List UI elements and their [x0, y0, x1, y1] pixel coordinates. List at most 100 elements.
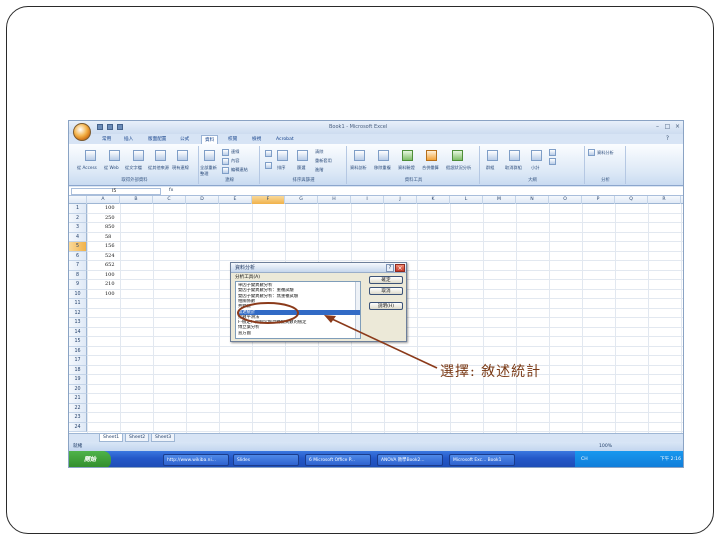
cell-a2[interactable]: 250: [105, 214, 129, 224]
fx-icon[interactable]: fx: [169, 188, 173, 193]
filter-icon[interactable]: [297, 150, 308, 161]
tab-formulas[interactable]: 公式: [177, 135, 192, 144]
remove-duplicates-icon[interactable]: [378, 150, 389, 161]
taskbar-item-slides[interactable]: Slides: [233, 454, 299, 466]
cell-a4[interactable]: 58: [105, 233, 129, 243]
sort-icon[interactable]: [277, 150, 288, 161]
column-header[interactable]: P: [582, 196, 615, 204]
from-text-icon[interactable]: [133, 150, 144, 161]
row-header[interactable]: 14: [69, 327, 87, 337]
row-header[interactable]: 10: [69, 289, 87, 299]
column-header[interactable]: R: [648, 196, 681, 204]
dialog-close-icon[interactable]: ×: [395, 264, 405, 272]
row-header[interactable]: 16: [69, 346, 87, 356]
tab-view[interactable]: 檢視: [249, 135, 264, 144]
taskbar-item-excel[interactable]: Microsoft Exc... Book1: [449, 454, 515, 466]
cell-a8[interactable]: 100: [105, 271, 129, 281]
close-icon[interactable]: ×: [673, 123, 682, 131]
row-header[interactable]: 7: [69, 261, 87, 271]
cell-a7[interactable]: 652: [105, 261, 129, 271]
row-header[interactable]: 17: [69, 356, 87, 366]
tab-acrobat[interactable]: Acrobat: [273, 135, 297, 144]
analysis-tool-item[interactable]: 直方圖: [238, 331, 360, 336]
tab-data[interactable]: 資料: [201, 135, 219, 144]
row-header[interactable]: 3: [69, 223, 87, 233]
sort-za-icon[interactable]: [265, 162, 272, 169]
show-detail-icon[interactable]: [549, 149, 556, 156]
ok-button[interactable]: 確定: [369, 276, 403, 284]
taskbar-item-anova[interactable]: ANOVA 教學Book2...: [377, 454, 443, 466]
cell-a10[interactable]: 100: [105, 290, 129, 300]
column-header[interactable]: E: [219, 196, 252, 204]
column-header[interactable]: F: [252, 196, 285, 204]
column-header[interactable]: D: [186, 196, 219, 204]
column-header[interactable]: Q: [615, 196, 648, 204]
row-header[interactable]: 11: [69, 299, 87, 309]
maximize-icon[interactable]: □: [663, 123, 672, 131]
cancel-button[interactable]: 取消: [369, 287, 403, 295]
row-header[interactable]: 24: [69, 422, 87, 432]
what-if-icon[interactable]: [452, 150, 463, 161]
select-all-corner[interactable]: [69, 196, 87, 204]
undo-icon[interactable]: [107, 124, 113, 130]
refresh-all-icon[interactable]: [204, 150, 215, 161]
tab-insert[interactable]: 插入: [121, 135, 136, 144]
clear-label[interactable]: 清除: [315, 149, 323, 155]
name-box[interactable]: I5: [71, 188, 161, 195]
reapply-label[interactable]: 重新套用: [315, 158, 332, 164]
tab-home[interactable]: 常用: [99, 135, 114, 144]
row-header[interactable]: 13: [69, 318, 87, 328]
row-header[interactable]: 2: [69, 213, 87, 223]
row-header[interactable]: 18: [69, 365, 87, 375]
column-header[interactable]: I: [351, 196, 384, 204]
help-button[interactable]: 說明(H): [369, 302, 403, 310]
analysis-tools-list[interactable]: 單因子變異數分析 雙因子變異數分析：重複試驗 雙因子變異數分析：無重複試驗 相關係數共…: [235, 281, 361, 339]
cell-a9[interactable]: 210: [105, 280, 129, 290]
row-header[interactable]: 20: [69, 384, 87, 394]
column-header[interactable]: L: [450, 196, 483, 204]
column-header[interactable]: A: [87, 196, 120, 204]
data-analysis-label[interactable]: 資料分析: [597, 150, 614, 156]
column-header[interactable]: B: [120, 196, 153, 204]
from-web-icon[interactable]: [109, 150, 120, 161]
office-button-icon[interactable]: [73, 123, 91, 141]
tab-review[interactable]: 校閱: [225, 135, 240, 144]
column-header[interactable]: J: [384, 196, 417, 204]
column-header[interactable]: N: [516, 196, 549, 204]
column-header[interactable]: G: [285, 196, 318, 204]
data-analysis-icon[interactable]: [588, 149, 595, 156]
column-header[interactable]: C: [153, 196, 186, 204]
existing-connections-icon[interactable]: [177, 150, 188, 161]
group-icon[interactable]: [487, 150, 498, 161]
cell-a1[interactable]: 100: [105, 204, 129, 214]
cell-a5[interactable]: 156: [105, 242, 129, 252]
row-header[interactable]: 6: [69, 251, 87, 261]
tab-page-layout[interactable]: 版面配置: [145, 135, 169, 144]
subtotal-icon[interactable]: [531, 150, 542, 161]
hide-detail-icon[interactable]: [549, 158, 556, 165]
column-header[interactable]: M: [483, 196, 516, 204]
column-header[interactable]: O: [549, 196, 582, 204]
cell-a6[interactable]: 524: [105, 252, 129, 262]
save-icon[interactable]: [97, 124, 103, 130]
text-to-columns-icon[interactable]: [354, 150, 365, 161]
edit-links-icon[interactable]: [222, 167, 229, 174]
sheet-tab-3[interactable]: Sheet3: [151, 434, 176, 442]
dialog-help-icon[interactable]: ?: [386, 264, 394, 272]
row-header[interactable]: 9: [69, 280, 87, 290]
from-access-icon[interactable]: [85, 150, 96, 161]
row-header[interactable]: 8: [69, 270, 87, 280]
advanced-label[interactable]: 進階: [315, 167, 323, 173]
properties-icon[interactable]: [222, 158, 229, 165]
zoom-level[interactable]: 100%: [599, 442, 612, 451]
taskbar-item-powerpoint[interactable]: 6 Microsoft Office P...: [305, 454, 371, 466]
cell-a3[interactable]: 850: [105, 223, 129, 233]
consolidate-icon[interactable]: [426, 150, 437, 161]
minimize-icon[interactable]: –: [653, 123, 662, 131]
connections-icon[interactable]: [222, 149, 229, 156]
row-header[interactable]: 15: [69, 337, 87, 347]
redo-icon[interactable]: [117, 124, 123, 130]
sheet-tab-2[interactable]: Sheet2: [125, 434, 150, 442]
column-header[interactable]: H: [318, 196, 351, 204]
sort-az-icon[interactable]: [265, 150, 272, 157]
